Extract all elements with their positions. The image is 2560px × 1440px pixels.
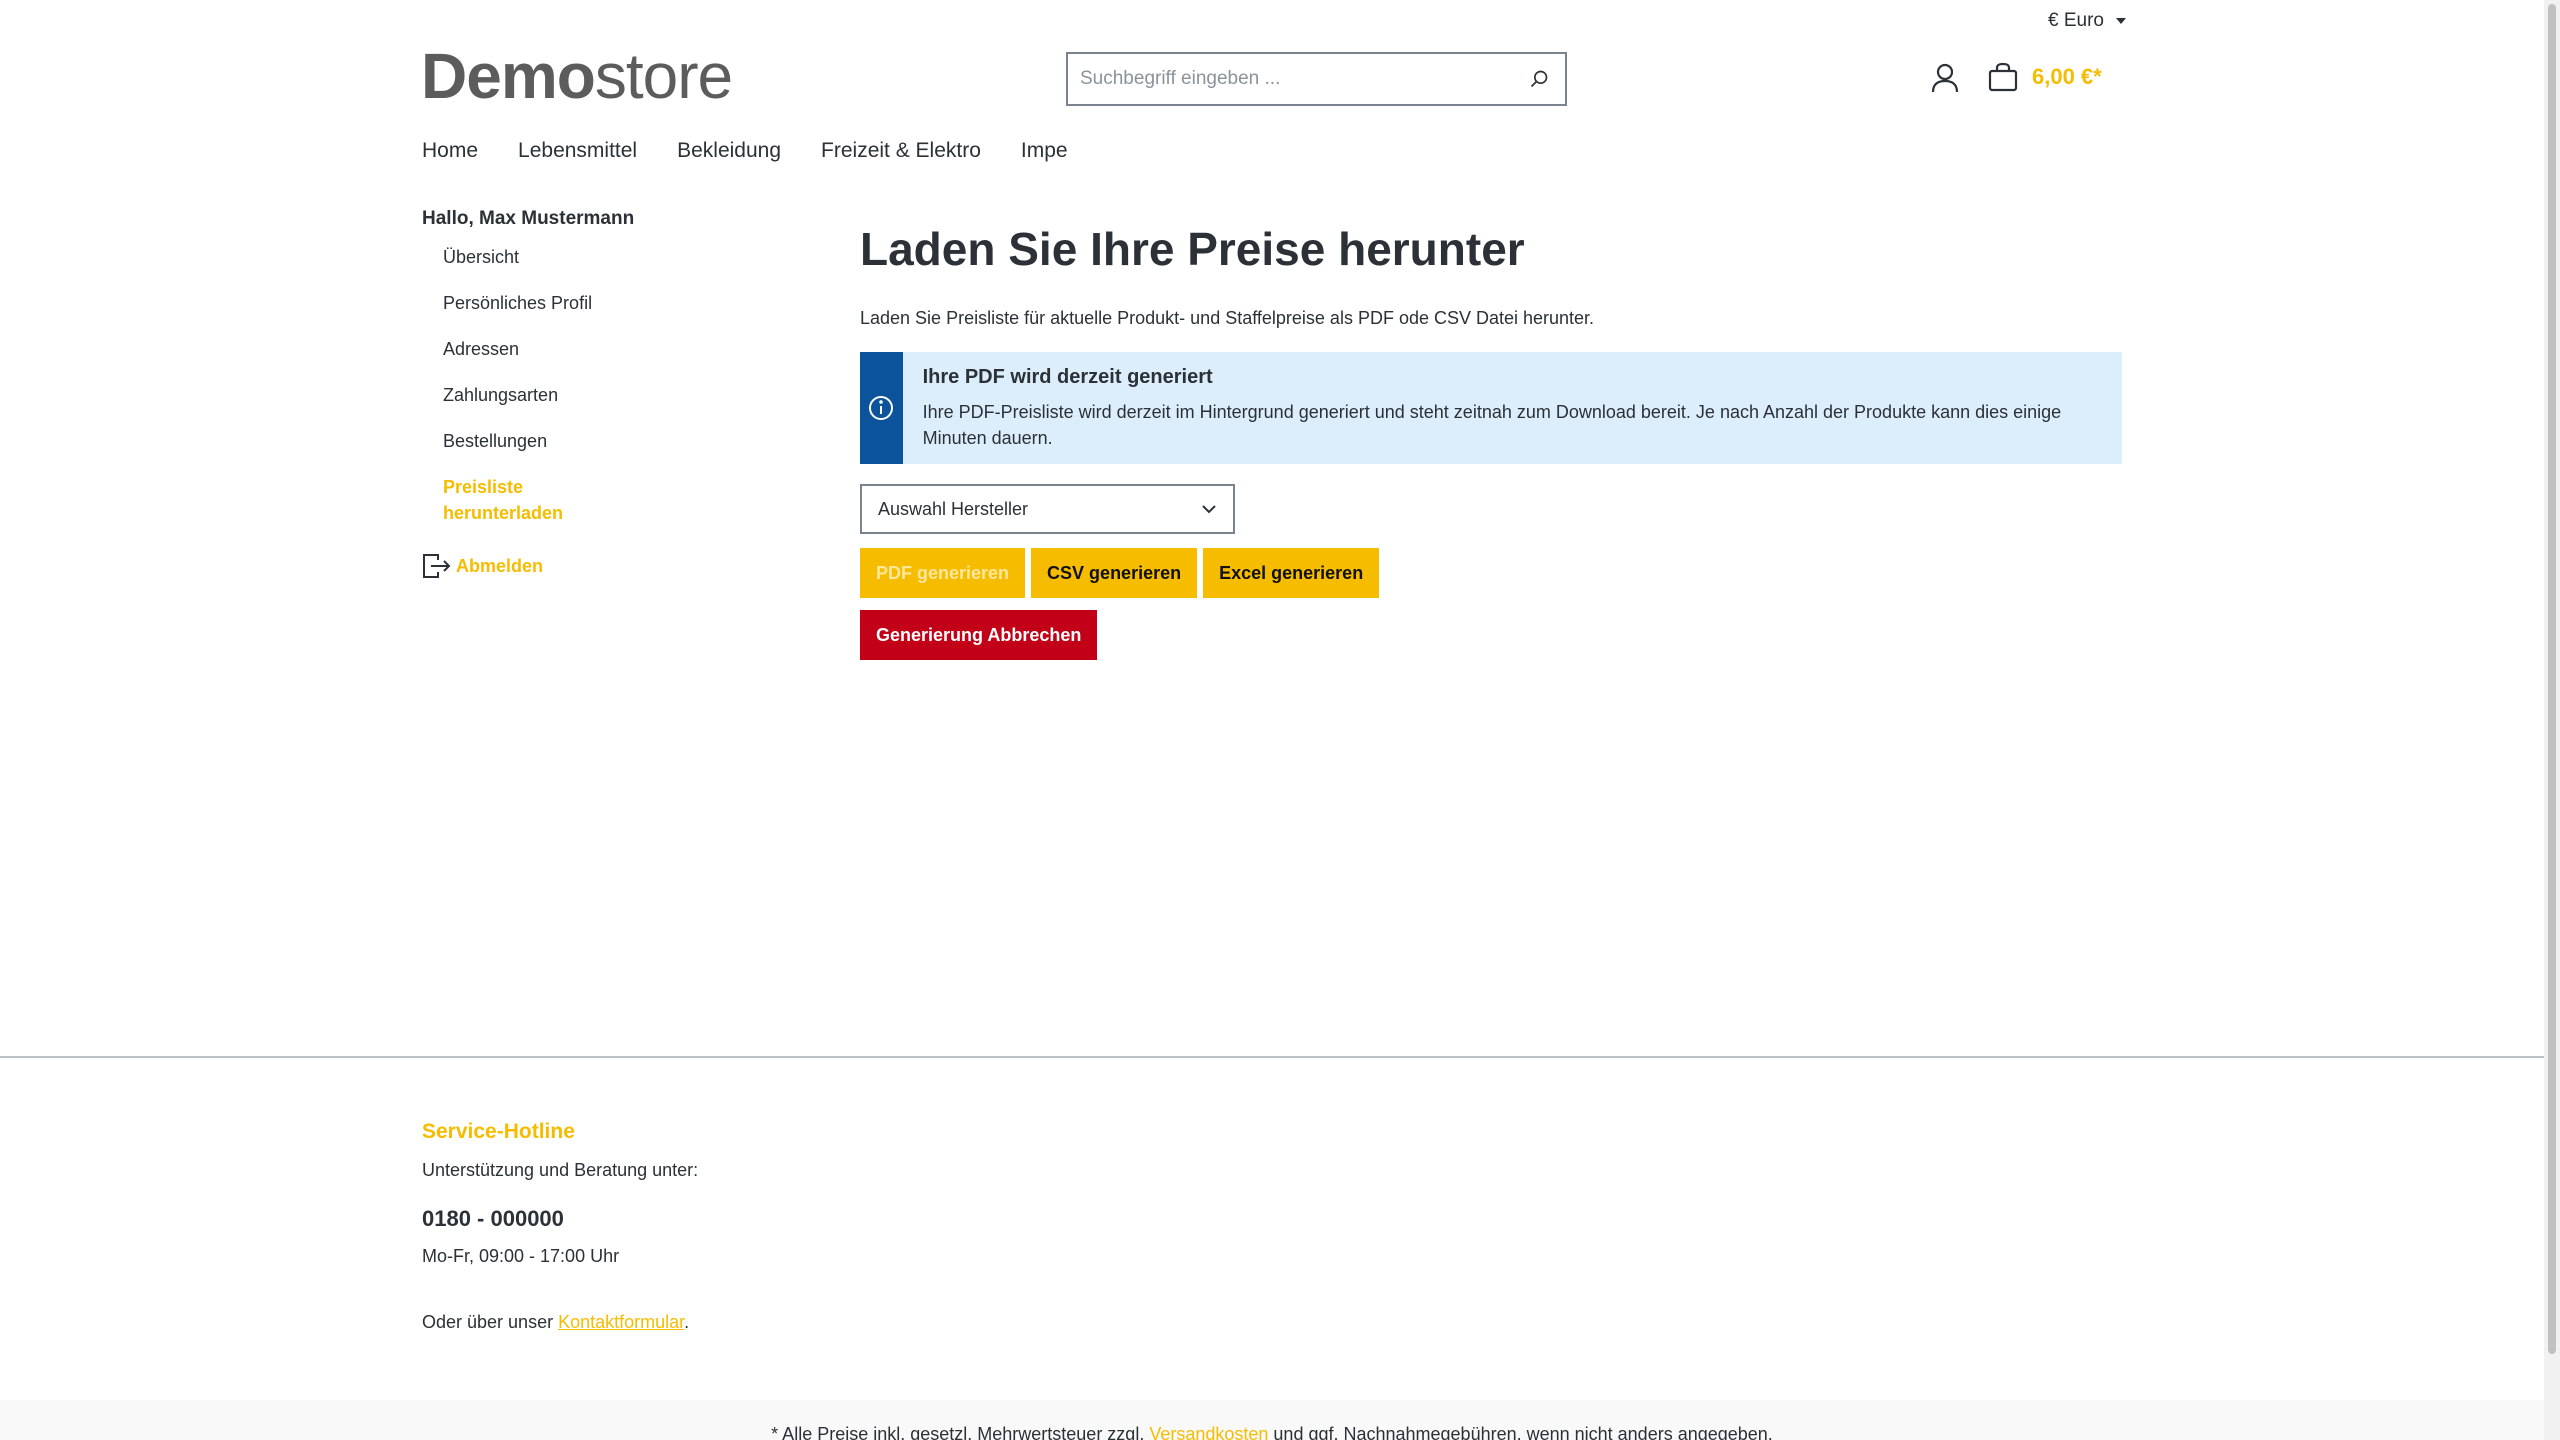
contact-form-link[interactable]: Kontaktformular bbox=[558, 1312, 684, 1332]
footer-hours: Mo-Fr, 09:00 - 17:00 Uhr bbox=[422, 1246, 620, 1266]
nav-item-impressum[interactable]: Impe bbox=[1021, 136, 1068, 166]
logo-bold: Demo bbox=[421, 40, 596, 112]
footer-contact-suffix: . bbox=[684, 1312, 690, 1332]
info-alert-content: Ihre PDF wird derzeit generiert Ihre PDF… bbox=[903, 352, 2122, 464]
user-icon bbox=[1931, 63, 1959, 93]
cart-total: 6,00 €* bbox=[2032, 64, 2102, 89]
footer-support-text: Unterstützung und Beratung unter: bbox=[422, 1160, 699, 1180]
account-sidebar-menu: Übersicht Persönliches Profil Adressen Z… bbox=[443, 244, 643, 546]
footer-contact-prefix: Oder über unser bbox=[422, 1312, 559, 1332]
footer-phone-number[interactable]: 0180 - 000000 bbox=[422, 1206, 564, 1232]
nav-item-freizeit-elektro[interactable]: Freizeit & Elektro bbox=[821, 136, 981, 166]
generate-csv-button[interactable]: CSV generieren bbox=[1031, 548, 1198, 598]
footer-price-note: * Alle Preise inkl. gesetzl. Mehrwertste… bbox=[0, 1424, 2544, 1440]
generate-pdf-button[interactable]: PDF generieren bbox=[860, 548, 1026, 598]
info-icon bbox=[869, 396, 894, 420]
sidebar-item-price-list[interactable]: Preisliste herunterladen bbox=[443, 474, 643, 526]
shopping-bag-icon bbox=[1988, 62, 2018, 92]
generate-excel-button[interactable]: Excel generieren bbox=[1203, 548, 1380, 598]
logout-label: Abmelden bbox=[456, 555, 544, 576]
info-alert: Ihre PDF wird derzeit generiert Ihre PDF… bbox=[860, 352, 2122, 464]
currency-label: € Euro bbox=[2048, 10, 2104, 31]
shipping-costs-link[interactable]: Versandkosten bbox=[1149, 1424, 1268, 1440]
logo-light: store bbox=[594, 40, 733, 112]
main-navigation: Home Lebensmittel Bekleidung Freizeit & … bbox=[422, 136, 1108, 166]
price-note-suffix: und ggf. Nachnahmegebühren, wenn nicht a… bbox=[1268, 1424, 1773, 1440]
nav-item-bekleidung[interactable]: Bekleidung bbox=[677, 136, 781, 166]
currency-selector[interactable]: € Euro bbox=[2048, 10, 2126, 32]
sidebar-item-price-list-line2: herunterladen bbox=[443, 503, 564, 523]
generate-buttons: PDF generieren CSV generieren Excel gene… bbox=[860, 548, 1380, 598]
sidebar-item-overview[interactable]: Übersicht bbox=[443, 244, 643, 270]
caret-down-icon bbox=[2115, 18, 2126, 24]
logo[interactable]: Demo store bbox=[421, 40, 733, 112]
scrollbar-thumb[interactable] bbox=[2548, 4, 2556, 1354]
cart-button[interactable]: 6,00 €* bbox=[1988, 62, 2102, 92]
footer-contact-text: Oder über unser Kontaktformular. bbox=[422, 1312, 689, 1333]
manufacturer-select-value: Auswahl Hersteller bbox=[878, 498, 1029, 519]
cancel-generation-button[interactable]: Generierung Abbrechen bbox=[860, 610, 1098, 660]
search-button[interactable] bbox=[1513, 54, 1565, 104]
account-greeting: Hallo, Max Mustermann bbox=[422, 208, 635, 229]
page-description: Laden Sie Preisliste für aktuelle Produk… bbox=[860, 308, 1595, 328]
footer-divider bbox=[0, 1056, 2544, 1058]
footer-hotline-title: Service-Hotline bbox=[422, 1120, 575, 1143]
manufacturer-select[interactable]: Auswahl Hersteller bbox=[860, 484, 1235, 534]
page: { "header": { "currency": "€ Euro", "log… bbox=[0, 0, 2560, 1440]
info-alert-text: Ihre PDF-Preisliste wird derzeit im Hint… bbox=[922, 402, 2062, 448]
info-alert-stripe bbox=[860, 352, 903, 464]
sidebar-item-price-list-line1: Preisliste bbox=[443, 477, 524, 497]
nav-item-home[interactable]: Home bbox=[422, 136, 478, 166]
search-input[interactable] bbox=[1068, 54, 1513, 104]
sidebar-item-profile[interactable]: Persönliches Profil bbox=[443, 290, 643, 316]
nav-item-lebensmittel[interactable]: Lebensmittel bbox=[518, 136, 637, 166]
logout-icon bbox=[423, 554, 451, 578]
logout-link[interactable]: Abmelden bbox=[422, 552, 543, 580]
chevron-down-icon bbox=[1202, 505, 1216, 514]
page-title: Laden Sie Ihre Preise herunter bbox=[860, 223, 1525, 275]
search-bar bbox=[1066, 52, 1567, 106]
sidebar-item-addresses[interactable]: Adressen bbox=[443, 336, 643, 362]
sidebar-item-orders[interactable]: Bestellungen bbox=[443, 428, 643, 454]
sidebar-item-payment-methods[interactable]: Zahlungsarten bbox=[443, 382, 643, 408]
page-scrollbar[interactable] bbox=[2544, 0, 2560, 1440]
search-icon bbox=[1530, 70, 1548, 88]
price-note-prefix: * Alle Preise inkl. gesetzl. Mehrwertste… bbox=[771, 1424, 1150, 1440]
info-alert-title: Ihre PDF wird derzeit generiert bbox=[922, 366, 1213, 388]
account-button[interactable] bbox=[1930, 62, 1960, 94]
